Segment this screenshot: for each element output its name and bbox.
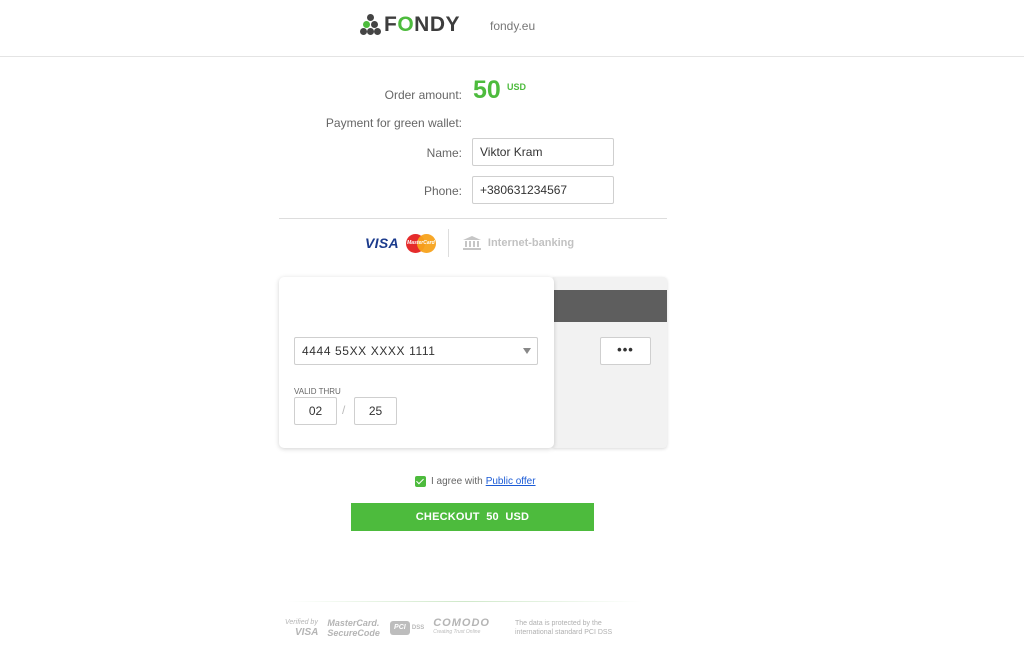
mastercard-securecode-logo: MasterCard. SecureCode bbox=[327, 618, 380, 638]
divider bbox=[279, 218, 667, 219]
pci-dss-logo: PCI DSS bbox=[389, 621, 424, 635]
footer-divider bbox=[287, 601, 642, 602]
chevron-down-icon bbox=[523, 348, 531, 354]
card-number-select[interactable]: 4444 55XX XXXX 1111 bbox=[294, 337, 538, 365]
expiry-year-field[interactable]: 25 bbox=[354, 397, 397, 425]
payment-description: Payment for green wallet: bbox=[325, 116, 462, 130]
bank-icon bbox=[462, 236, 481, 250]
name-label: Name: bbox=[426, 146, 462, 160]
security-note: The data is protected by the internation… bbox=[514, 620, 613, 636]
magnetic-stripe bbox=[553, 290, 667, 322]
expiry-month-field[interactable]: 02 bbox=[294, 397, 337, 425]
brand-name: FONDY bbox=[384, 13, 461, 36]
internet-banking-label: Internet-banking bbox=[487, 237, 575, 249]
order-amount-label: Order amount: bbox=[384, 88, 462, 102]
cvv-field[interactable]: ••• bbox=[600, 337, 651, 365]
security-footer: Verified by VISA MasterCard. SecureCode … bbox=[285, 617, 655, 639]
phone-label: Phone: bbox=[423, 184, 462, 198]
card-front: 4444 55XX XXXX 1111 VALID THRU 02 / 25 bbox=[279, 277, 554, 448]
name-field[interactable] bbox=[472, 138, 614, 166]
fondy-logo-icon bbox=[360, 14, 382, 36]
tab-separator bbox=[447, 229, 449, 257]
card-number: 4444 55XX XXXX 1111 bbox=[302, 344, 436, 358]
internet-banking-tab[interactable]: Internet-banking bbox=[462, 235, 574, 251]
order-amount: 50 bbox=[473, 76, 501, 104]
card-payment-tab[interactable]: VISA MasterCard bbox=[365, 233, 436, 253]
agree-checkbox[interactable] bbox=[415, 476, 426, 487]
verified-by-visa-logo: Verified by VISA bbox=[285, 619, 319, 638]
card-back: ••• bbox=[553, 277, 667, 448]
header: FONDY fondy.eu bbox=[0, 0, 1024, 57]
phone-field[interactable] bbox=[472, 176, 614, 204]
payment-methods: VISA MasterCard Internet-banking bbox=[365, 229, 574, 257]
order-currency: USD bbox=[507, 82, 527, 92]
visa-logo: VISA bbox=[365, 235, 399, 251]
comodo-logo: COMODO Creating Trust Online bbox=[433, 617, 490, 636]
valid-thru-label: VALID THRU bbox=[294, 387, 341, 396]
agreement: I agree with Public offer bbox=[415, 476, 536, 487]
checkout-button[interactable]: CHECKOUT 50 USD bbox=[351, 503, 594, 531]
fondy-logo[interactable]: FONDY bbox=[360, 13, 460, 37]
agree-text: I agree with bbox=[431, 476, 483, 487]
site-link[interactable]: fondy.eu bbox=[490, 19, 535, 33]
mastercard-icon: MasterCard bbox=[405, 233, 436, 253]
expiry-separator: / bbox=[342, 403, 346, 417]
public-offer-link[interactable]: Public offer bbox=[486, 476, 536, 487]
